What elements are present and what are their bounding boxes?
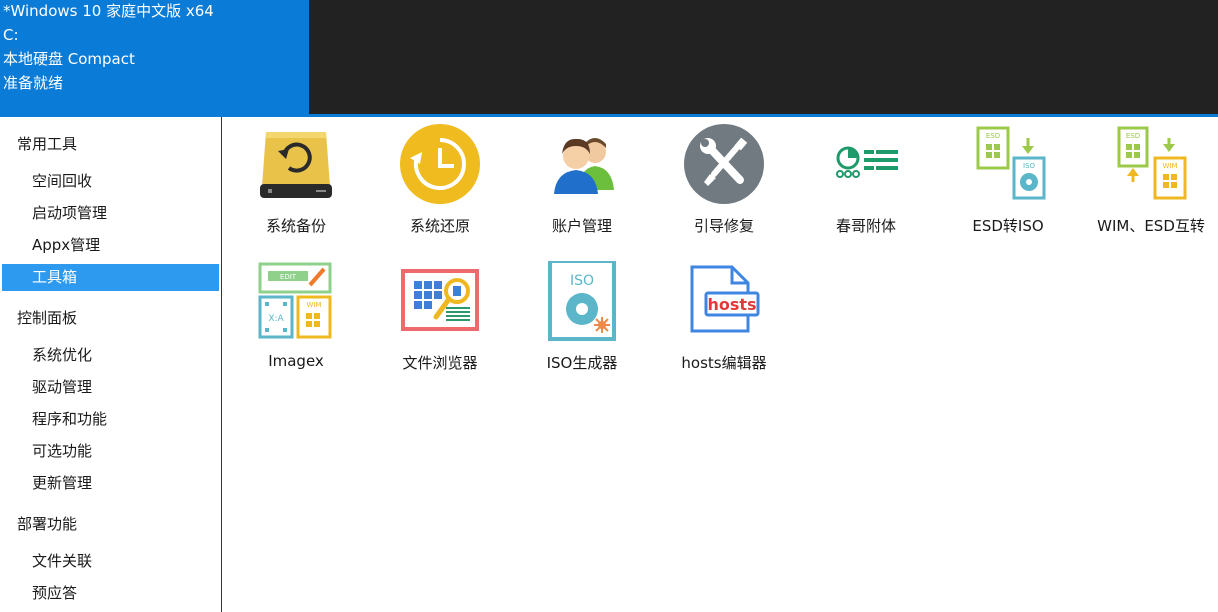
imagex-icon: EDIT X:A WIM [256, 261, 336, 341]
status-text: 准备就绪 [3, 74, 64, 92]
edit-label: EDIT [280, 273, 297, 281]
pie-list-icon [826, 124, 906, 204]
tool-label: 春哥附体 [835, 217, 896, 235]
tool-label: 系统备份 [265, 217, 326, 235]
tool-hosts-editor[interactable]: hosts hosts编辑器 [653, 261, 795, 391]
wim-label: WIM [306, 301, 321, 309]
sidebar-item-driver-manager[interactable]: 驱动管理 [2, 374, 219, 401]
sidebar-item-update-manager[interactable]: 更新管理 [2, 470, 219, 497]
tool-label: 系统还原 [409, 217, 470, 235]
disk-info-text: 本地硬盘 Compact [3, 50, 135, 68]
tool-label: WIM、ESD互转 [1097, 217, 1205, 235]
sidebar-item-optional-features[interactable]: 可选功能 [2, 438, 219, 465]
tool-imagex[interactable]: EDIT X:A WIM Imagex [225, 261, 367, 391]
tool-label: Imagex [268, 352, 324, 370]
iso-label: ISO [1023, 162, 1036, 170]
header-bar: *Windows 10 家庭中文版 x64 C: 本地硬盘 Compact 准备… [0, 0, 1218, 117]
tool-label: 文件浏览器 [402, 354, 478, 372]
esd-label: ESD [1126, 132, 1140, 140]
sidebar: 常用工具 空间回收 启动项管理 Appx管理 工具箱 控制面板 系统优化 驱动管… [0, 117, 222, 612]
tool-label: ESD转ISO [972, 217, 1044, 235]
drive-label: X:A [268, 314, 284, 324]
sidebar-item-startup-manager[interactable]: 启动项管理 [2, 200, 219, 227]
tool-chunge-futi[interactable]: 春哥附体 [795, 124, 937, 254]
sidebar-category-deployment: 部署功能 [17, 515, 78, 533]
tool-label: hosts编辑器 [681, 354, 767, 372]
file-browser-icon [400, 261, 480, 341]
drive-backup-icon [256, 124, 336, 204]
tool-account-manager[interactable]: 账户管理 [511, 124, 653, 254]
tool-iso-maker[interactable]: ISO ISO生成器 [511, 261, 653, 391]
sidebar-category-common-tools: 常用工具 [17, 135, 78, 153]
wim-label: WIM [1162, 162, 1177, 170]
clock-restore-icon [400, 124, 480, 204]
esd-to-iso-icon: ESD ISO [968, 124, 1048, 204]
sidebar-category-control-panel: 控制面板 [17, 309, 78, 327]
tool-file-browser[interactable]: 文件浏览器 [369, 261, 511, 391]
os-version-text: *Windows 10 家庭中文版 x64 [3, 2, 214, 20]
tool-esd-to-iso[interactable]: ESD ISO ESD转ISO [937, 124, 1079, 254]
wim-esd-convert-icon: ESD WIM [1111, 124, 1191, 204]
sidebar-item-system-optimize[interactable]: 系统优化 [2, 342, 219, 369]
tool-label: ISO生成器 [546, 354, 618, 372]
hosts-editor-icon: hosts [684, 261, 764, 341]
tool-wim-esd-convert[interactable]: ESD WIM WIM、ESD互转 [1080, 124, 1218, 254]
sidebar-item-space-reclaim[interactable]: 空间回收 [2, 168, 219, 195]
sidebar-item-file-association[interactable]: 文件关联 [2, 548, 219, 575]
drive-letter-text: C: [3, 26, 19, 44]
hosts-label: hosts [707, 295, 756, 314]
tool-system-restore[interactable]: 系统还原 [369, 124, 511, 254]
sidebar-item-pre-answer[interactable]: 预应答 [2, 580, 219, 607]
tool-boot-repair[interactable]: 引导修复 [653, 124, 795, 254]
tool-label: 引导修复 [693, 217, 754, 235]
iso-maker-icon: ISO [542, 261, 622, 341]
tool-label: 账户管理 [551, 217, 612, 235]
iso-label: ISO [570, 273, 594, 289]
esd-label: ESD [986, 132, 1000, 140]
users-icon [542, 124, 622, 204]
sidebar-item-programs-features[interactable]: 程序和功能 [2, 406, 219, 433]
sidebar-item-toolbox[interactable]: 工具箱 [2, 264, 219, 291]
wrench-screwdriver-icon [684, 124, 764, 204]
system-info-panel: *Windows 10 家庭中文版 x64 C: 本地硬盘 Compact 准备… [0, 0, 309, 114]
tool-system-backup[interactable]: 系统备份 [225, 124, 367, 254]
sidebar-item-appx-manager[interactable]: Appx管理 [2, 232, 219, 259]
